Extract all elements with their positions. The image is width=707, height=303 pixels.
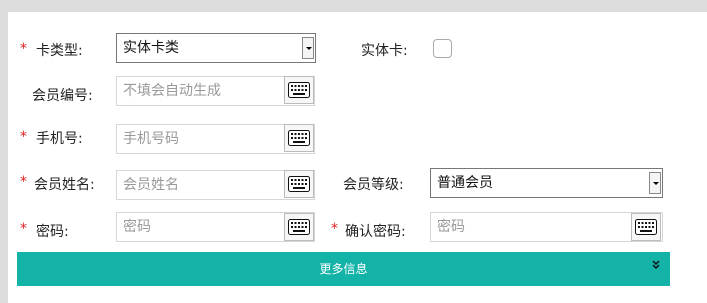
card-type-label: 卡类型: <box>36 43 83 59</box>
confirm-password-label: 确认密码: <box>345 224 406 240</box>
phone-label: 手机号: <box>36 131 83 147</box>
member-level-label: 会员等级: <box>343 177 404 193</box>
required-marker: * <box>20 174 27 190</box>
password-label: 密码: <box>36 224 69 240</box>
more-info-toggle[interactable]: 更多信息 <box>17 252 670 286</box>
more-info-label: 更多信息 <box>319 262 368 276</box>
keyboard-icon[interactable] <box>284 213 314 241</box>
member-form-panel: * 卡类型: 实体卡类 实体卡: 会员编号: * 手机号: * 会员姓名: 会员… <box>8 12 707 303</box>
keyboard-icon[interactable] <box>284 76 314 104</box>
keyboard-icon[interactable] <box>631 213 661 241</box>
confirm-password-input[interactable] <box>430 212 663 242</box>
dropdown-arrow-icon[interactable] <box>649 172 661 194</box>
keyboard-icon[interactable] <box>284 124 314 152</box>
required-marker: * <box>331 221 338 237</box>
keyboard-icon[interactable] <box>284 170 314 198</box>
member-level-select[interactable]: 普通会员 <box>430 168 663 198</box>
member-name-label: 会员姓名: <box>34 177 95 193</box>
required-marker: * <box>20 221 27 237</box>
physical-card-label: 实体卡: <box>361 43 408 59</box>
member-no-label: 会员编号: <box>32 88 93 104</box>
double-chevron-down-icon <box>652 260 660 272</box>
dropdown-arrow-icon[interactable] <box>302 37 314 59</box>
card-type-value: 实体卡类 <box>123 40 179 56</box>
physical-card-checkbox[interactable] <box>433 39 452 58</box>
required-marker: * <box>20 129 27 145</box>
card-type-select[interactable]: 实体卡类 <box>116 33 316 63</box>
member-level-value: 普通会员 <box>437 175 493 191</box>
required-marker: * <box>20 41 27 57</box>
